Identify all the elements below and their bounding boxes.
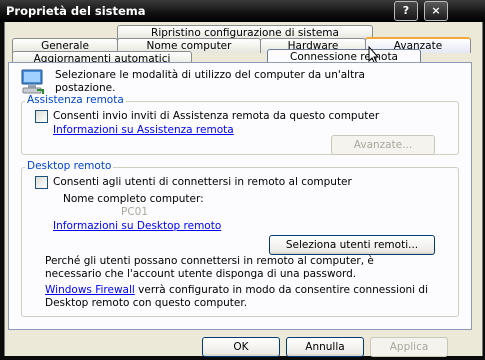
desktop-remoto-checkbox[interactable]	[35, 176, 48, 189]
help-button[interactable]: ?	[394, 1, 418, 21]
assistenza-checkbox-label[interactable]: Consenti invio inviti di Assistenza remo…	[53, 110, 379, 122]
desktop-remoto-checkbox-label[interactable]: Consenti agli utenti di connettersi in r…	[53, 176, 352, 188]
select-remote-users-button[interactable]: Seleziona utenti remoti...	[269, 235, 435, 255]
intro-text-line2: postazione.	[55, 82, 116, 94]
assistenza-remota-label: Assistenza remota	[25, 94, 126, 106]
firewall-note-line2: Desktop remoto con questo computer.	[45, 297, 248, 309]
computer-name-label: Nome completo computer:	[63, 193, 204, 205]
system-properties-window: Proprietà del sistema ? × Ripristino con…	[0, 0, 485, 360]
remote-connection-panel: Selezionare le modalità di utilizzo del …	[8, 62, 472, 330]
desktop-remoto-info-link[interactable]: Informazioni su Desktop remoto	[53, 220, 221, 232]
cancel-button[interactable]: Annulla	[286, 337, 364, 357]
ok-button[interactable]: OK	[202, 337, 280, 357]
assistenza-checkbox[interactable]	[35, 110, 48, 123]
assistenza-info-link[interactable]: Informazioni su Assistenza remota	[53, 124, 234, 136]
computer-name-value: PC01	[121, 206, 149, 218]
title-bar[interactable]: Proprietà del sistema ? ×	[0, 0, 485, 22]
password-note-line1: Perché gli utenti possano connettersi in…	[45, 255, 374, 267]
firewall-note-line1: Windows Firewall verrà configurato in mo…	[45, 284, 428, 296]
apply-button[interactable]: Applica	[370, 337, 448, 357]
password-note-line2: necessario che l'account utente disponga…	[45, 268, 357, 280]
desktop-remoto-label: Desktop remoto	[25, 160, 114, 172]
avanzate-button[interactable]: Avanzate...	[331, 135, 435, 155]
firewall-note-text: verrà configurato in modo da consentire …	[134, 284, 428, 296]
close-button[interactable]: ×	[424, 1, 448, 21]
window-title: Proprietà del sistema	[6, 4, 146, 18]
windows-firewall-link[interactable]: Windows Firewall	[45, 284, 135, 296]
intro-text-line1: Selezionare le modalità di utilizzo del …	[55, 69, 365, 81]
